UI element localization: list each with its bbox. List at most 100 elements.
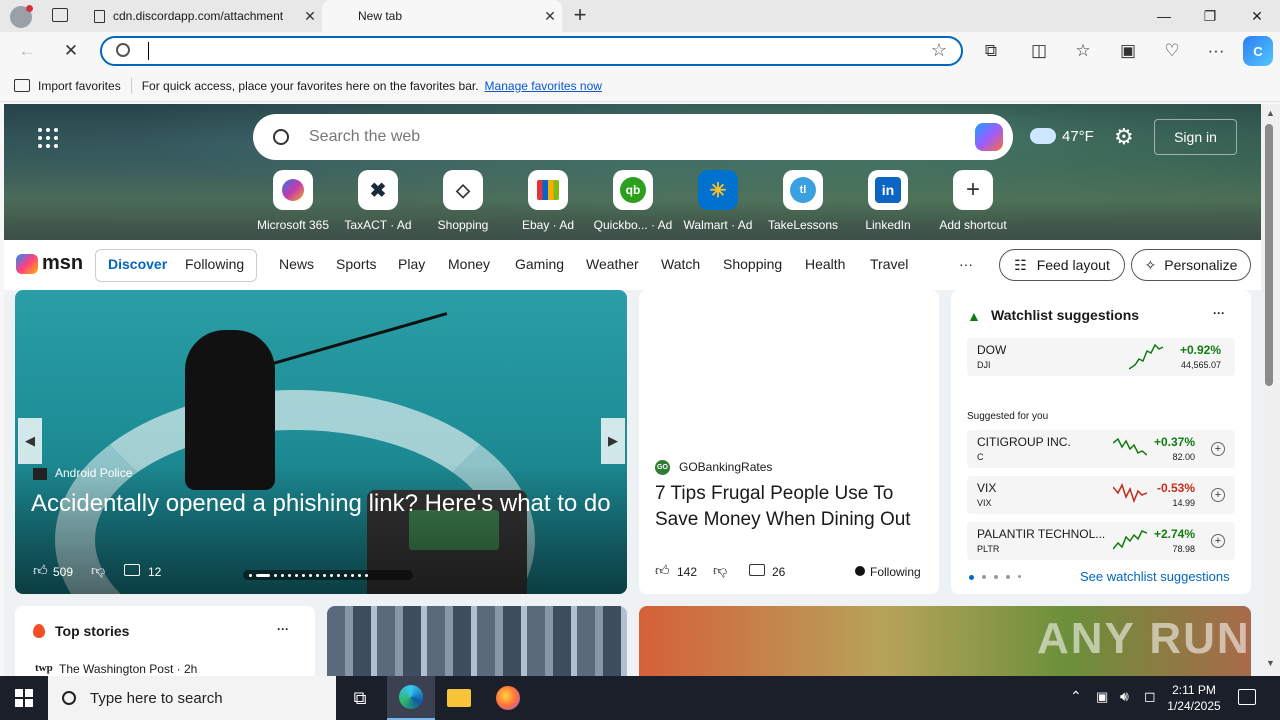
nav-news[interactable]: News — [279, 256, 314, 272]
thumbs-up-icon[interactable]: 👍︎ — [33, 562, 48, 579]
tab-discord[interactable]: cdn.discordapp.com/attachment ✕ — [84, 0, 322, 32]
back-button[interactable]: ← — [12, 36, 42, 66]
scroll-up-arrow-icon[interactable]: ▲ — [1266, 108, 1275, 118]
following-button[interactable]: Following — [870, 565, 921, 579]
file-explorer-button[interactable] — [435, 676, 483, 720]
add-to-watchlist-button[interactable]: + — [1211, 534, 1225, 548]
main-story-card[interactable]: ◀ ▶ Android Police Accidentally opened a… — [15, 290, 627, 594]
city-story-card[interactable] — [327, 606, 627, 676]
favorite-star-icon[interactable]: ☆ — [931, 40, 947, 61]
extensions-icon[interactable]: ⧉ — [976, 36, 1006, 66]
comment-icon[interactable] — [749, 564, 765, 576]
watchlist-more-button[interactable]: ··· — [1213, 306, 1225, 320]
favorites-icon[interactable]: ☆ — [1068, 36, 1098, 66]
shortcut-add[interactable]: + Add shortcut — [930, 170, 1016, 232]
tab-actions-icon[interactable] — [52, 8, 68, 22]
split-screen-icon[interactable]: ◫ — [1024, 36, 1054, 66]
nav-sports[interactable]: Sports — [336, 256, 376, 272]
more-menu-icon[interactable]: ··· — [1201, 36, 1231, 66]
tab-following[interactable]: Following — [185, 256, 244, 272]
scroll-down-arrow-icon[interactable]: ▼ — [1266, 658, 1275, 668]
personalize-button[interactable]: ✧ Personalize — [1131, 249, 1251, 281]
stock-row-dow[interactable]: DOW DJI +0.92% 44,565.07 — [967, 338, 1235, 376]
shortcut-shopping[interactable]: ◇ Shopping — [420, 170, 506, 232]
add-to-watchlist-button[interactable]: + — [1211, 488, 1225, 502]
tab-new-tab[interactable]: New tab ✕ — [322, 0, 562, 32]
performance-icon[interactable]: ♡ — [1157, 36, 1187, 66]
taskbar-search-input[interactable]: Type here to search — [90, 690, 223, 707]
manage-favorites-link[interactable]: Manage favorites now — [485, 79, 602, 93]
stock-row-vix[interactable]: VIX VIX -0.53% 14.99 + — [967, 476, 1235, 514]
carousel-next-button[interactable]: ▶ — [601, 418, 625, 464]
shortcut-taxact[interactable]: ✖ TaxACT · Ad — [335, 170, 421, 232]
shortcut-linkedin[interactable]: in LinkedIn — [845, 170, 931, 232]
shortcut-walmart[interactable]: ✳ Walmart · Ad — [675, 170, 761, 232]
second-story-card[interactable]: GO GOBankingRates 7 Tips Frugal People U… — [639, 290, 939, 594]
edge-taskbar-button[interactable] — [387, 676, 435, 720]
watchlist-pager[interactable] — [969, 575, 1021, 580]
close-window-button[interactable]: ✕ — [1234, 0, 1280, 32]
sign-in-button[interactable]: Sign in — [1154, 119, 1237, 155]
taskbar-search-box[interactable]: Type here to search — [48, 676, 336, 720]
collections-icon[interactable]: ▣ — [1113, 36, 1143, 66]
web-search-input[interactable]: Search the web — [309, 128, 975, 146]
copilot-icon[interactable] — [975, 123, 1003, 151]
address-bar[interactable]: ☆ — [100, 36, 963, 66]
settings-gear-icon[interactable]: ⚙ — [1114, 124, 1134, 150]
scrollbar-thumb[interactable] — [1265, 124, 1273, 386]
story-headline[interactable]: 7 Tips Frugal People Use To Save Money W… — [655, 481, 923, 533]
shortcut-takelessons[interactable]: tl TakeLessons — [760, 170, 846, 232]
nav-weather[interactable]: Weather — [586, 256, 639, 272]
garden-story-card[interactable]: ANY RUN — [639, 606, 1251, 676]
shortcut-ebay[interactable]: Ebay · Ad — [505, 170, 591, 232]
nav-travel[interactable]: Travel — [870, 256, 908, 272]
nav-health[interactable]: Health — [805, 256, 845, 272]
top-stories-more-button[interactable]: ··· — [277, 622, 289, 636]
battery-icon[interactable]: ◻ — [1144, 688, 1156, 705]
notifications-icon[interactable] — [1238, 689, 1256, 705]
nav-money[interactable]: Money — [448, 256, 490, 272]
firefox-button[interactable] — [484, 676, 532, 720]
apps-launcher-icon[interactable] — [38, 128, 58, 148]
tab-discover[interactable]: Discover — [108, 256, 167, 272]
nav-play[interactable]: Play — [398, 256, 425, 272]
stock-row-palantir[interactable]: PALANTIR TECHNOL... PLTR +2.74% 78.98 + — [967, 522, 1235, 560]
weather-temperature[interactable]: 47°F — [1062, 128, 1094, 145]
volume-icon[interactable]: 🔊︎ — [1120, 688, 1129, 705]
new-tab-button[interactable]: + — [568, 3, 592, 27]
shortcut-microsoft-365[interactable]: Microsoft 365 — [250, 170, 336, 232]
shortcut-quickbooks[interactable]: qb Quickbo... · Ad — [590, 170, 676, 232]
import-favorites-button[interactable]: Import favorites — [38, 79, 121, 93]
story-headline[interactable]: Accidentally opened a phishing link? Her… — [31, 488, 611, 520]
feed-layout-button[interactable]: ☷ Feed layout — [999, 249, 1125, 281]
restore-button[interactable]: ❐ — [1187, 0, 1233, 32]
web-search-box[interactable]: Search the web — [253, 114, 1013, 160]
thumbs-down-icon[interactable]: 👎︎ — [91, 562, 105, 579]
see-watchlist-link[interactable]: See watchlist suggestions — [1080, 569, 1230, 584]
address-input[interactable] — [148, 42, 149, 60]
stock-row-citigroup[interactable]: CITIGROUP INC. C +0.37% 82.00 + — [967, 430, 1235, 468]
system-tray-chevron-icon[interactable]: ⌃ — [1070, 688, 1082, 705]
weather-cloud-icon[interactable] — [1030, 128, 1056, 144]
carousel-prev-button[interactable]: ◀ — [18, 418, 42, 464]
nav-watch[interactable]: Watch — [661, 256, 700, 272]
comment-icon[interactable] — [124, 564, 140, 576]
network-icon[interactable]: ▣ — [1096, 689, 1108, 705]
copilot-icon[interactable]: C — [1243, 36, 1273, 66]
close-tab-icon[interactable]: ✕ — [538, 8, 562, 25]
profile-icon[interactable] — [10, 5, 33, 28]
clock[interactable]: 2:11 PM 1/24/2025 — [1166, 682, 1222, 714]
thumbs-down-icon[interactable]: 👎︎ — [713, 562, 727, 579]
msn-logo[interactable]: msn — [16, 252, 83, 275]
page-scrollbar[interactable]: ▲ ▼ — [1261, 104, 1280, 676]
nav-shopping[interactable]: Shopping — [723, 256, 782, 272]
thumbs-up-icon[interactable]: 👍︎ — [655, 562, 670, 579]
stop-loading-button[interactable]: ✕ — [56, 36, 86, 66]
task-view-button[interactable]: ⧉ — [336, 676, 384, 720]
add-to-watchlist-button[interactable]: + — [1211, 442, 1225, 456]
start-button[interactable] — [0, 676, 48, 720]
nav-gaming[interactable]: Gaming — [515, 256, 564, 272]
minimize-button[interactable]: — — [1141, 0, 1187, 32]
close-tab-icon[interactable]: ✕ — [298, 8, 322, 25]
nav-more-button[interactable]: ··· — [959, 256, 973, 272]
